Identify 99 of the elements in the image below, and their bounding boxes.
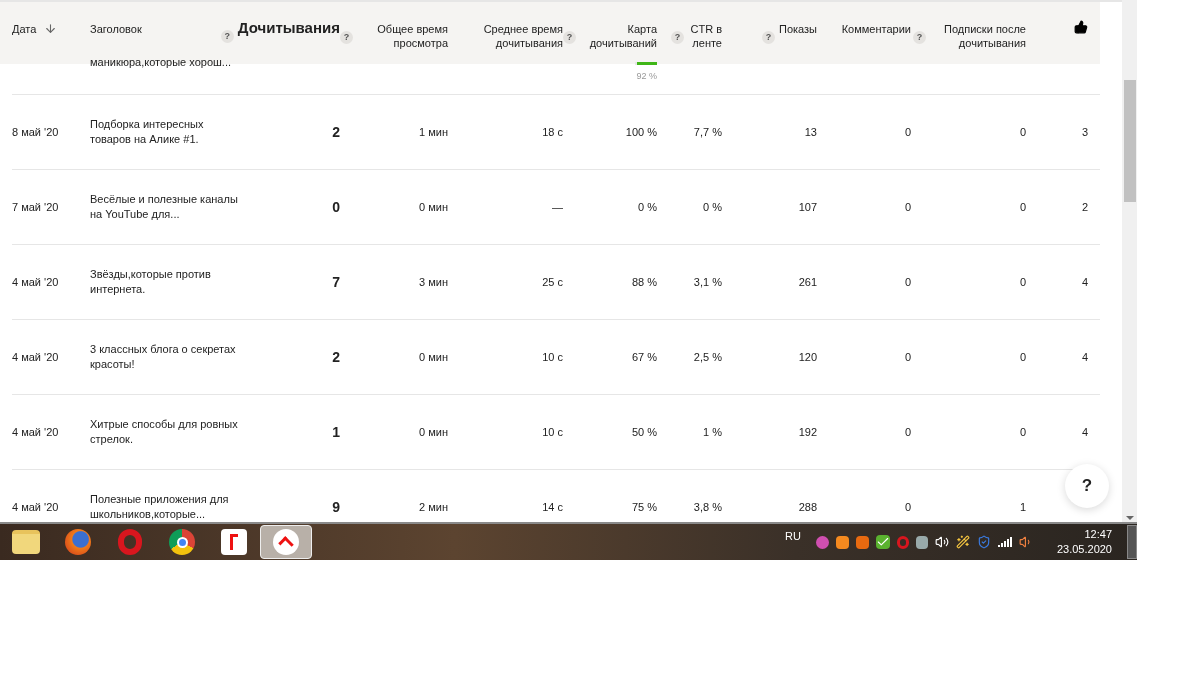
article-title[interactable]: Хитрые способы для ровных стрелок. <box>90 417 260 447</box>
table-cell-text: 25 с <box>541 274 563 290</box>
table-cell-text: 3 <box>1080 124 1088 140</box>
table-cell-text: 0 мин <box>418 199 448 215</box>
table-cell-text: 2,5 % <box>692 349 722 365</box>
table-cell-text: 0 мин <box>418 424 448 440</box>
table-cell-text: 4 май '20 <box>12 349 60 365</box>
table-cell-text: 0 <box>903 199 911 215</box>
table-cell-text: 13 <box>803 124 817 140</box>
table-cell-text: 7,7 % <box>692 124 722 140</box>
article-title[interactable]: Весёлые и полезные каналы на YouTube для... <box>90 192 260 222</box>
table-cell-text: 0 <box>903 124 911 140</box>
table-cell-text: 0 <box>1018 124 1026 140</box>
help-icon[interactable]: ? <box>913 31 926 45</box>
tray-app-icon[interactable] <box>816 535 829 549</box>
table-cell-text: — <box>551 199 563 215</box>
table-cell-text: 0 % <box>702 199 722 215</box>
table-cell-text: 2 <box>331 122 340 142</box>
signal-icon[interactable] <box>998 537 1012 547</box>
tray-app-icon[interactable] <box>856 535 869 549</box>
table-cell-text: 107 <box>797 199 817 215</box>
table-cell-text: 120 <box>797 349 817 365</box>
table-cell-text: 1 % <box>702 424 722 440</box>
shield-icon[interactable] <box>977 535 991 549</box>
column-header[interactable]: Дочитывания <box>237 18 340 38</box>
article-title[interactable]: 3 классных блога о секретах красоты! <box>90 342 260 372</box>
thumbs-up-icon <box>1074 20 1088 34</box>
table-cell-text: 0 <box>903 349 911 365</box>
folder-icon <box>12 530 40 554</box>
table-cell-text: 3,1 % <box>692 274 722 290</box>
table-cell-text: 0 <box>1018 424 1026 440</box>
help-icon[interactable]: ? <box>340 31 353 45</box>
table-cell-text: 88 % <box>630 274 657 290</box>
table-cell-text: 67 % <box>630 349 657 365</box>
table-cell-text: 9 <box>331 497 340 517</box>
table-cell-text: 0 <box>903 424 911 440</box>
column-header[interactable]: Среднее время дочитывания <box>467 22 563 50</box>
table-cell-text: 192 <box>797 424 817 440</box>
sort-arrow-icon[interactable] <box>44 22 58 35</box>
clock[interactable]: 12:47 23.05.2020 <box>1052 527 1112 557</box>
table-cell-text: 261 <box>797 274 817 290</box>
tray-app-icon[interactable] <box>916 535 928 549</box>
tray-app-icon[interactable] <box>836 535 849 549</box>
table-cell-text: 18 с <box>541 124 563 140</box>
help-icon[interactable]: ? <box>761 31 775 45</box>
column-header[interactable]: Дата <box>12 22 37 36</box>
table-cell-text: 1 <box>331 422 340 442</box>
table-cell-text: 10 с <box>541 349 563 365</box>
table-cell-text: 0 <box>903 274 911 290</box>
table-cell-text: 0 <box>1018 274 1026 290</box>
table-cell-text: 1 мин <box>418 124 448 140</box>
table-cell-text: 50 % <box>630 424 657 440</box>
check-icon[interactable] <box>876 535 890 549</box>
help-icon[interactable]: ? <box>563 31 576 45</box>
scrollbar[interactable] <box>1122 0 1137 522</box>
table-cell-text: 2 <box>1080 199 1088 215</box>
table-cell-text: 4 <box>1080 424 1088 440</box>
table-cell-text: 3 мин <box>418 274 448 290</box>
table-cell-text: 0 мин <box>418 349 448 365</box>
table-cell-text: 2 <box>331 347 340 367</box>
table-cell-text: 75 % <box>630 499 657 515</box>
table-cell-text: 0 <box>1018 199 1026 215</box>
table-cell-text: 2 мин <box>418 499 448 515</box>
article-title[interactable]: Подборка интересных товаров на Алике #1. <box>90 117 260 147</box>
article-title[interactable]: маникюра,которые хорош... <box>90 55 260 94</box>
help-button[interactable]: ? <box>1065 464 1109 508</box>
help-icon[interactable]: ? <box>671 31 684 45</box>
language-indicator[interactable]: RU <box>785 527 801 545</box>
table-cell-text: 4 <box>1080 349 1088 365</box>
table-cell-text: 92 % <box>636 70 657 83</box>
column-header[interactable]: Показы <box>778 22 817 36</box>
table-cell-text: 0 <box>903 499 911 515</box>
table-cell-text: 14 с <box>541 499 563 515</box>
article-title[interactable]: Полезные приложения для школьников,которые... <box>90 492 260 522</box>
table-cell-text: 288 <box>797 499 817 515</box>
column-header[interactable]: Комментарии <box>841 22 911 36</box>
table-cell-text: 4 май '20 <box>12 274 60 290</box>
table-cell-text: 7 май '20 <box>12 199 60 215</box>
table-cell-text: 4 май '20 <box>12 424 60 440</box>
table-cell-text: 4 <box>1080 274 1088 290</box>
table-cell-text: 10 с <box>541 424 563 440</box>
table-cell-text: 4 май '20 <box>12 499 60 515</box>
table-cell-text: 0 <box>331 197 340 217</box>
column-header[interactable]: Заголовок <box>90 22 142 36</box>
wand-icon[interactable] <box>956 535 970 549</box>
column-header[interactable]: Подписки после дочитывания <box>930 22 1026 50</box>
help-icon[interactable]: ? <box>220 30 234 44</box>
column-header[interactable]: CTR в ленте <box>688 22 722 50</box>
table-cell-text: 100 % <box>624 124 657 140</box>
table-cell-text: 0 <box>1018 349 1026 365</box>
table-cell-text: 1 <box>1018 499 1026 515</box>
column-header[interactable]: Карта дочитываний <box>580 22 657 50</box>
table-cell-text: 0 % <box>637 199 657 215</box>
article-title[interactable]: Звёзды,которые против интернета. <box>90 267 260 297</box>
table-cell-text: 3,8 % <box>692 499 722 515</box>
volume-icon[interactable] <box>935 535 949 549</box>
column-header[interactable]: Общее время просмотра <box>357 22 448 50</box>
table-cell-text: 8 май '20 <box>12 124 60 140</box>
table-cell-text: 7 <box>331 272 340 292</box>
